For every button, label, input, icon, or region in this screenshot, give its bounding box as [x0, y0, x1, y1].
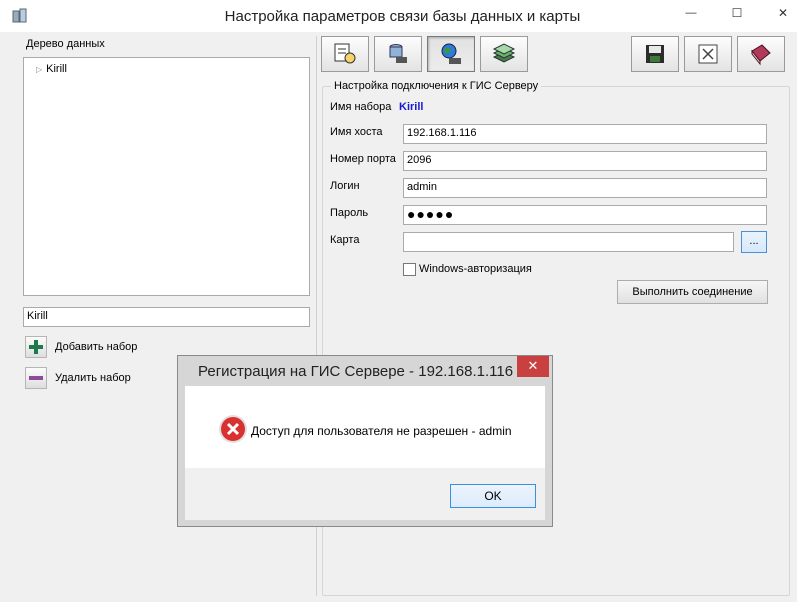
login-input[interactable]: admin: [403, 178, 767, 198]
plus-icon: [29, 340, 43, 354]
dialog-close-button[interactable]: ✕: [517, 356, 549, 377]
report-settings-icon: [334, 43, 356, 64]
tree-item-label: Kirill: [46, 63, 67, 75]
tool-report-settings[interactable]: [321, 36, 369, 72]
connection-group-legend: Настройка подключения к ГИС Серверу: [331, 80, 542, 92]
help-button[interactable]: [737, 36, 785, 72]
minimize-icon: —: [685, 7, 697, 19]
dialog-body: Доступ для пользователя не разрешен - ad…: [185, 386, 545, 468]
dialog-title: Регистрация на ГИС Сервере - 192.168.1.1…: [198, 363, 514, 380]
database-icon: [389, 44, 407, 63]
password-label: Пароль: [330, 207, 369, 219]
save-button[interactable]: [631, 36, 679, 72]
minus-icon: [29, 376, 43, 380]
tree-label: Дерево данных: [26, 38, 105, 50]
error-icon: [219, 415, 247, 443]
globe-network-icon: [441, 43, 461, 64]
remove-set-label[interactable]: Удалить набор: [55, 372, 131, 384]
cancel-icon: [698, 44, 718, 64]
set-name-value: Kirill: [399, 101, 424, 113]
set-name-label: Имя набора: [330, 101, 392, 113]
main-window: Настройка параметров связи базы данных и…: [0, 0, 805, 602]
close-icon: ✕: [777, 6, 789, 20]
windows-auth-label[interactable]: Windows-авторизация: [419, 263, 532, 275]
dialog-message: Доступ для пользователя не разрешен - ad…: [251, 424, 512, 438]
tool-layers[interactable]: [480, 36, 528, 72]
data-tree[interactable]: ▷ Kirill: [23, 57, 310, 296]
connect-button[interactable]: Выполнить соединение: [617, 280, 768, 304]
tool-database[interactable]: [374, 36, 422, 72]
expand-icon[interactable]: ▷: [36, 65, 42, 74]
cancel-button[interactable]: [684, 36, 732, 72]
password-input[interactable]: ●●●●●: [403, 205, 767, 225]
host-input[interactable]: 192.168.1.116: [403, 124, 767, 144]
remove-set-button[interactable]: [25, 367, 47, 389]
layers-icon: [492, 43, 516, 63]
set-name-input[interactable]: Kirill: [23, 307, 310, 327]
browse-button[interactable]: ...: [741, 231, 767, 253]
minimize-button[interactable]: —: [668, 0, 714, 26]
error-dialog: Регистрация на ГИС Сервере - 192.168.1.1…: [177, 355, 553, 527]
maximize-icon: ☐: [731, 6, 743, 20]
port-label: Номер порта: [330, 153, 396, 165]
save-icon: [646, 45, 664, 63]
title-bar: Настройка параметров связи базы данных и…: [0, 0, 805, 32]
ok-button[interactable]: OK: [450, 484, 536, 508]
tool-gis-server[interactable]: [427, 36, 475, 72]
tree-item-kirill[interactable]: ▷ Kirill: [36, 63, 67, 75]
port-input[interactable]: 2096: [403, 151, 767, 171]
map-input[interactable]: [403, 232, 734, 252]
host-label: Имя хоста: [330, 126, 383, 138]
close-icon: ✕: [527, 358, 539, 373]
maximize-button[interactable]: ☐: [714, 0, 760, 26]
windows-auth-checkbox[interactable]: [403, 263, 416, 276]
help-book-icon: [751, 44, 771, 66]
login-label: Логин: [330, 180, 360, 192]
background-strip: [797, 0, 805, 602]
add-set-label[interactable]: Добавить набор: [55, 341, 137, 353]
add-set-button[interactable]: [25, 336, 47, 358]
map-label: Карта: [330, 234, 360, 246]
